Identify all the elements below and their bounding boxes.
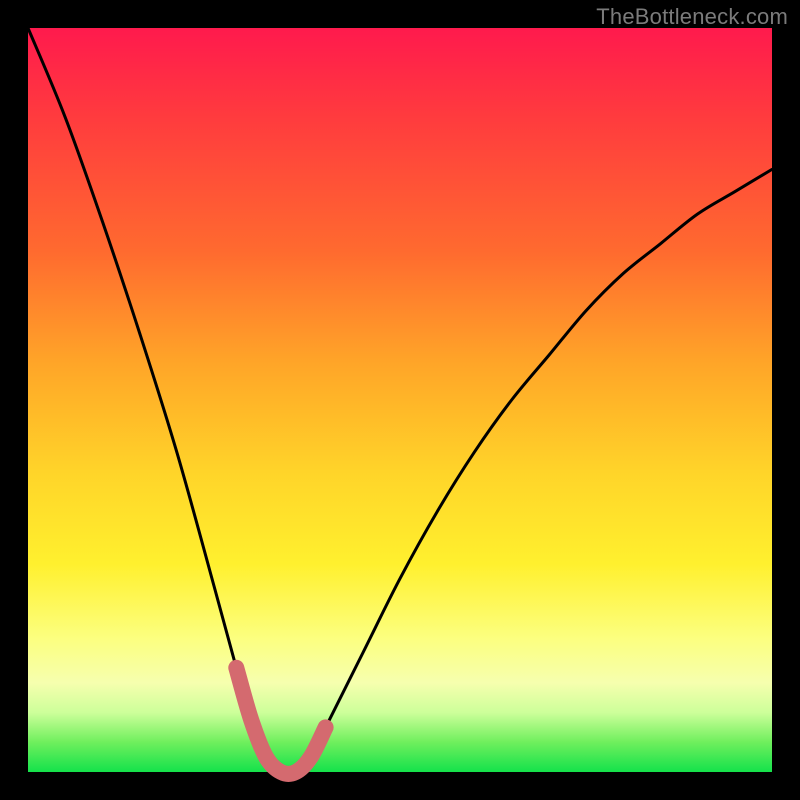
bottleneck-curve bbox=[28, 28, 772, 774]
chart-frame: TheBottleneck.com bbox=[0, 0, 800, 800]
curve-svg bbox=[28, 28, 772, 772]
trough-highlight bbox=[236, 668, 325, 774]
watermark-text: TheBottleneck.com bbox=[596, 4, 788, 30]
plot-area bbox=[28, 28, 772, 772]
